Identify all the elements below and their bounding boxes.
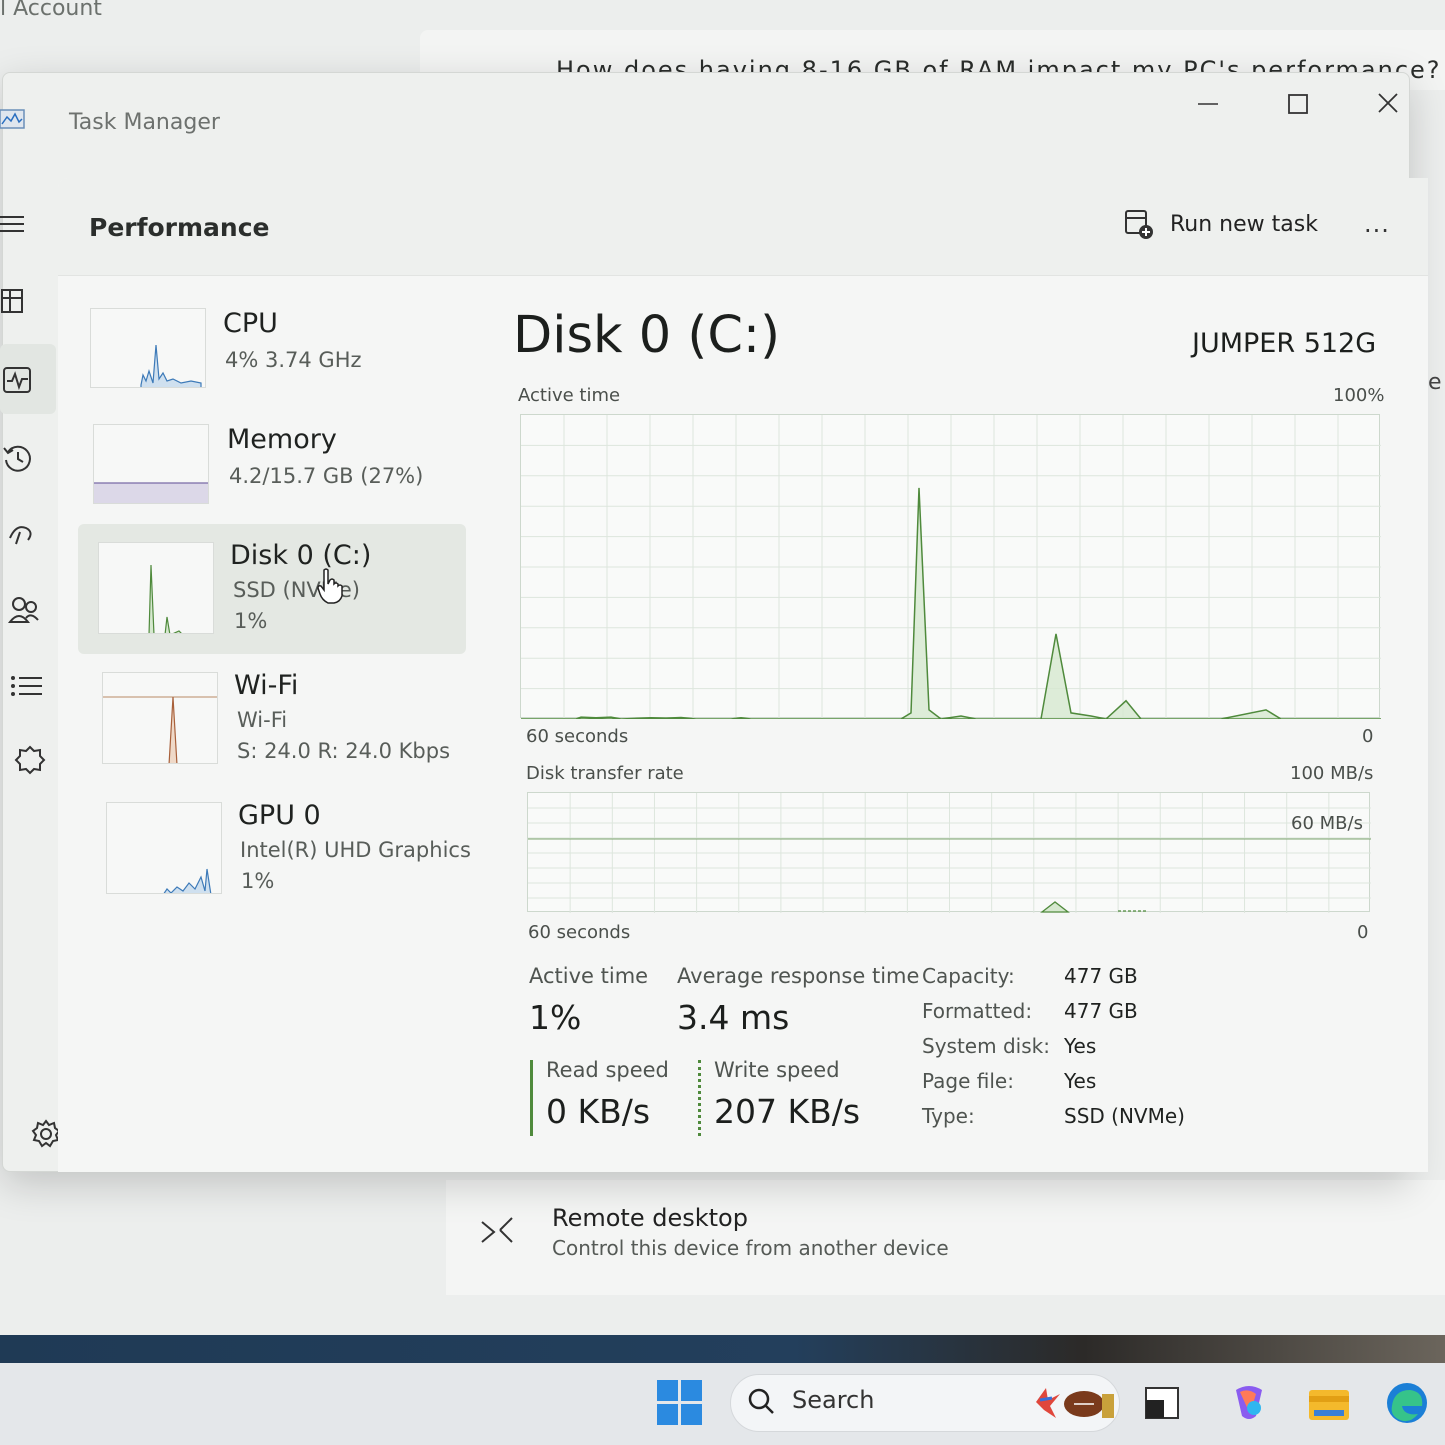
resource-name: Memory <box>227 424 337 455</box>
resource-line1: Intel(R) UHD Graphics <box>240 838 471 862</box>
formatted-label: Formatted: <box>922 999 1033 1023</box>
write-trace <box>1040 901 1070 913</box>
search-icon <box>748 1388 774 1414</box>
type-value: SSD (NVMe) <box>1064 1104 1185 1128</box>
read-speed-legend <box>530 1060 533 1136</box>
remote-desktop-icon <box>481 1217 513 1243</box>
resource-line1: 4.2/15.7 GB (27%) <box>229 464 424 488</box>
startup-icon[interactable] <box>6 518 38 550</box>
avg-response-label: Average response time <box>677 964 920 988</box>
system-disk-label: System disk: <box>922 1034 1050 1058</box>
disk-model: JUMPER 512G <box>1192 328 1377 359</box>
write-speed-legend <box>698 1060 701 1136</box>
active-time-graph <box>520 414 1381 719</box>
desktop-wallpaper <box>0 1335 1445 1363</box>
write-speed-label: Write speed <box>714 1058 840 1082</box>
transfer-graph-max: 100 MB/s <box>1290 763 1374 784</box>
remote-desktop-title: Remote desktop <box>552 1204 748 1232</box>
terminal-icon[interactable] <box>1140 1380 1186 1426</box>
page-file-value: Yes <box>1064 1069 1097 1093</box>
resource-line2: 1% <box>241 869 275 893</box>
maximize-button[interactable] <box>1276 86 1320 122</box>
minimize-button[interactable] <box>1186 86 1230 122</box>
resource-line2: 1% <box>234 609 268 633</box>
cpu-thumbnail <box>90 308 206 388</box>
detail-title: Disk 0 (C:) <box>513 306 781 365</box>
history-icon[interactable] <box>2 442 34 474</box>
active-graph-time: 60 seconds <box>526 726 629 747</box>
close-button[interactable] <box>1366 86 1410 122</box>
active-time-value: 1% <box>529 998 582 1037</box>
hand-cursor-icon <box>317 568 343 604</box>
read-speed-value: 0 KB/s <box>546 1092 651 1131</box>
edge-icon[interactable] <box>1384 1380 1430 1426</box>
task-manager-icon <box>0 109 25 129</box>
write-speed-value: 207 KB/s <box>714 1092 861 1131</box>
active-time-chart <box>521 415 1381 719</box>
transfer-graph-time: 60 seconds <box>528 922 631 943</box>
transfer-rate-graph <box>527 792 1371 913</box>
processes-icon[interactable] <box>0 286 32 318</box>
resource-line1: 4% 3.74 GHz <box>225 348 362 372</box>
active-graph-label: Active time <box>518 385 621 406</box>
avg-response-value: 3.4 ms <box>677 998 790 1037</box>
active-graph-max: 100% <box>1333 385 1385 406</box>
copilot-icon[interactable] <box>1226 1380 1272 1426</box>
details-icon[interactable] <box>10 670 42 702</box>
background-edge-letter: e <box>1428 370 1442 395</box>
resource-line1: Wi-Fi <box>237 708 288 732</box>
resource-name: Wi-Fi <box>234 670 299 701</box>
active-time-label: Active time <box>529 964 649 988</box>
transfer-graph-label: Disk transfer rate <box>526 763 684 784</box>
services-icon[interactable] <box>14 744 46 776</box>
users-icon[interactable] <box>8 594 40 626</box>
type-label: Type: <box>922 1104 975 1128</box>
hamburger-icon[interactable] <box>0 208 32 240</box>
page-title: Performance <box>89 213 270 242</box>
resource-name: GPU 0 <box>238 800 321 831</box>
disk-thumbnail <box>98 542 214 634</box>
system-disk-value: Yes <box>1064 1034 1097 1058</box>
performance-icon[interactable] <box>2 364 34 396</box>
resource-name: Disk 0 (C:) <box>230 540 372 571</box>
capacity-value: 477 GB <box>1064 964 1138 988</box>
active-graph-min: 0 <box>1362 726 1374 747</box>
run-new-task-icon[interactable] <box>1124 209 1156 241</box>
transfer-graph-mid: 60 MB/s <box>1291 813 1363 834</box>
resource-name: CPU <box>223 308 278 339</box>
widgets-icon[interactable] <box>1030 1380 1118 1424</box>
memory-thumbnail <box>93 424 209 504</box>
window-title: Task Manager <box>69 110 220 135</box>
transfer-graph-min: 0 <box>1357 922 1369 943</box>
taskbar-search-placeholder[interactable]: Search <box>792 1386 874 1414</box>
wifi-thumbnail <box>102 672 218 764</box>
resource-line2: S: 24.0 R: 24.0 Kbps <box>237 739 451 763</box>
capacity-label: Capacity: <box>922 964 1015 988</box>
read-speed-label: Read speed <box>546 1058 669 1082</box>
run-new-task-button[interactable]: Run new task <box>1170 212 1318 237</box>
remote-desktop-subtitle: Control this device from another device <box>552 1236 949 1260</box>
page-file-label: Page file: <box>922 1069 1014 1093</box>
file-explorer-icon[interactable] <box>1306 1380 1352 1426</box>
more-options-button[interactable]: ... <box>1364 210 1390 238</box>
background-account-text: l Account <box>0 0 102 21</box>
start-icon[interactable] <box>657 1380 703 1426</box>
gpu-thumbnail <box>106 802 222 894</box>
transfer-rate-chart <box>528 793 1371 913</box>
formatted-value: 477 GB <box>1064 999 1138 1023</box>
